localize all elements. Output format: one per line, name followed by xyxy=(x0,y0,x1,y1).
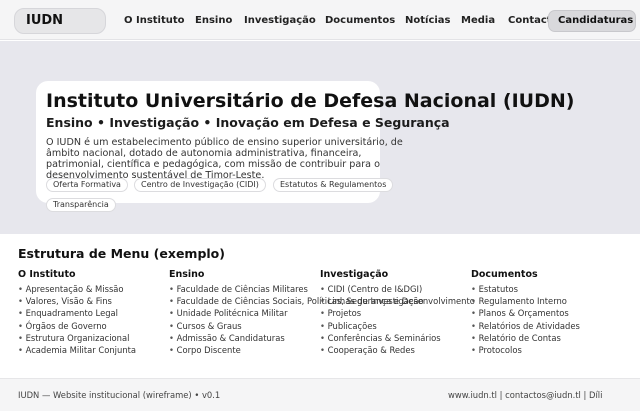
footer-contact-text: www.iudn.tl | contactos@iudn.tl | Díli xyxy=(448,390,603,400)
menu-link[interactable]: Valores, Visão & Fins xyxy=(18,295,178,307)
menu-link[interactable]: Admissão & Candidaturas xyxy=(169,332,329,344)
menu-link[interactable]: Unidade Politécnica Militar xyxy=(169,307,329,319)
menu-column-documentos: Documentos Estatutos Regulamento Interno… xyxy=(471,269,631,356)
menu-link[interactable]: Publicações xyxy=(320,320,480,332)
menu-link[interactable]: CIDI (Centro de I&DGI) xyxy=(320,283,480,295)
nav-item-ensino[interactable]: Ensino xyxy=(195,14,232,28)
page-footer: IUDN — Website institucional (wireframe)… xyxy=(0,378,640,411)
menu-link[interactable]: Enquadramento Legal xyxy=(18,307,178,319)
candidaturas-button[interactable]: Candidaturas xyxy=(548,10,636,32)
menu-column-title: Documentos xyxy=(471,269,538,280)
menu-link[interactable]: Corpo Discente xyxy=(169,344,329,356)
menu-link[interactable]: Projetos xyxy=(320,307,480,319)
menu-column-investigacao: Investigação CIDI (Centro de I&DGI) Linh… xyxy=(320,269,480,356)
top-navigation-bar: IUDN O Instituto Ensino Investigação Doc… xyxy=(0,0,640,40)
nav-item-media[interactable]: Media xyxy=(461,14,495,28)
nav-item-o-instituto[interactable]: O Instituto xyxy=(124,14,185,28)
menu-link[interactable]: Órgãos de Governo xyxy=(18,320,178,332)
menu-link[interactable]: Conferências & Seminários xyxy=(320,332,480,344)
menu-link[interactable]: Faculdade de Ciências Sociais, Políticas… xyxy=(169,295,475,307)
menu-column-title: Ensino xyxy=(169,269,205,280)
tag-centro-investigacao[interactable]: Centro de Investigação (CIDI) xyxy=(134,178,266,192)
nav-item-noticias[interactable]: Notícias xyxy=(405,14,451,28)
menu-link[interactable]: Cursos & Graus xyxy=(169,320,329,332)
menu-column-title: Investigação xyxy=(320,269,389,280)
menu-link[interactable]: Apresentação & Missão xyxy=(18,283,178,295)
menu-link[interactable]: Faculdade de Ciências Militares xyxy=(169,283,329,295)
menu-column-o-instituto: O Instituto Apresentação & Missão Valore… xyxy=(18,269,178,356)
menu-link[interactable]: Protocolos xyxy=(471,344,631,356)
menu-structure-title: Estrutura de Menu (exemplo) xyxy=(18,246,225,261)
hero-subtitle: Ensino • Investigação • Inovação em Defe… xyxy=(46,115,450,130)
menu-link[interactable]: Linhas de Investigação xyxy=(320,295,480,307)
main-nav: O Instituto Ensino Investigação Document… xyxy=(0,14,640,28)
menu-link[interactable]: Planos & Orçamentos xyxy=(471,307,631,319)
menu-link[interactable]: Relatório de Contas xyxy=(471,332,631,344)
nav-item-investigacao[interactable]: Investigação xyxy=(244,14,316,28)
menu-column-ensino: Ensino Faculdade de Ciências Militares F… xyxy=(169,269,475,356)
menu-column-title: O Instituto xyxy=(18,269,76,280)
menu-link[interactable]: Estrutura Organizacional xyxy=(18,332,178,344)
tag-estatutos-regulamentos[interactable]: Estatutos & Regulamentos xyxy=(273,178,394,192)
menu-link[interactable]: Cooperação & Redes xyxy=(320,344,480,356)
nav-item-contact[interactable]: Contact xyxy=(508,14,552,28)
menu-link[interactable]: Estatutos xyxy=(471,283,631,295)
hero-description: O IUDN é um estabelecimento público de e… xyxy=(46,137,403,178)
menu-link[interactable]: Academia Militar Conjunta xyxy=(18,344,178,356)
menu-link[interactable]: Relatórios de Atividades xyxy=(471,320,631,332)
tag-transparencia[interactable]: Transparência xyxy=(46,198,116,212)
menu-link[interactable]: Regulamento Interno xyxy=(471,295,631,307)
hero-title: Instituto Universitário de Defesa Nacion… xyxy=(46,90,575,112)
footer-version-text: IUDN — Website institucional (wireframe)… xyxy=(18,390,221,400)
tag-oferta-formativa[interactable]: Oferta Formativa xyxy=(46,178,128,192)
nav-item-documentos[interactable]: Documentos xyxy=(325,14,395,28)
